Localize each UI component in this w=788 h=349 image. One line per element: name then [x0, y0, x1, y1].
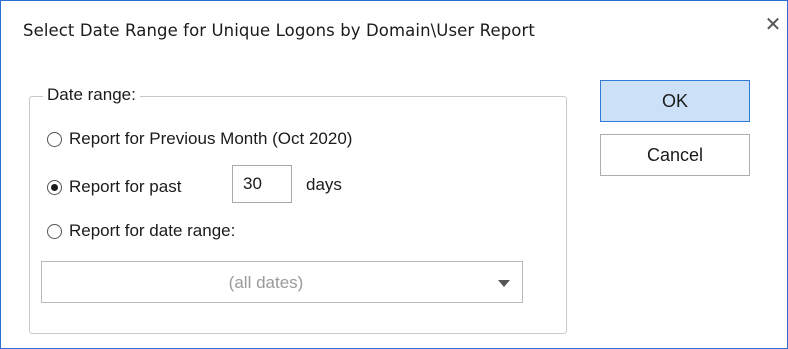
option-date-range-label: Report for date range: [69, 221, 236, 240]
dialog-window: Select Date Range for Unique Logons by D… [0, 0, 788, 349]
radio-past-days[interactable] [47, 179, 62, 195]
radio-previous-month[interactable] [47, 131, 62, 147]
days-suffix-label: days [306, 175, 342, 194]
option-previous-month-label: Report for Previous Month (Oct 2020) [69, 129, 353, 148]
option-past-days[interactable]: Report for past [47, 175, 181, 199]
ok-button[interactable]: OK [600, 80, 750, 122]
radio-date-range[interactable] [47, 223, 62, 239]
dialog-title: Select Date Range for Unique Logons by D… [23, 21, 535, 40]
cancel-button[interactable]: Cancel [600, 134, 750, 176]
date-range-select-value: (all dates) [228, 273, 304, 292]
date-range-select[interactable]: (all dates) [41, 261, 523, 303]
close-icon[interactable]: ✕ [761, 13, 785, 37]
option-date-range[interactable]: Report for date range: [47, 219, 235, 243]
option-past-days-label: Report for past [69, 177, 182, 196]
chevron-down-icon[interactable] [498, 280, 510, 287]
option-previous-month[interactable]: Report for Previous Month (Oct 2020) [47, 127, 352, 151]
days-input[interactable] [232, 165, 292, 203]
date-range-legend: Date range: [43, 85, 140, 105]
